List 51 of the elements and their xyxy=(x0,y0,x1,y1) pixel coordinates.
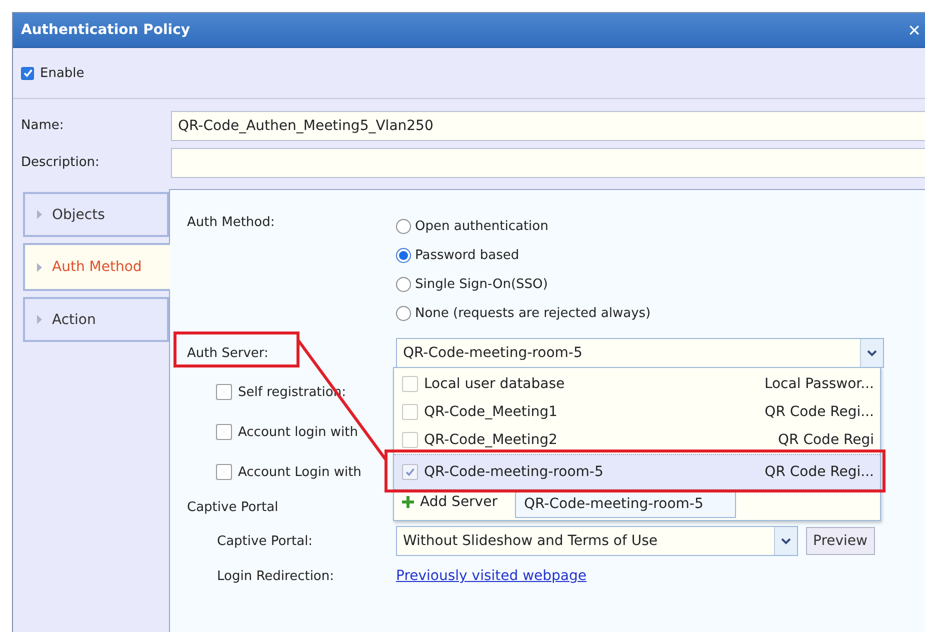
window-title: Authentication Policy xyxy=(21,22,190,38)
chevron-down-icon xyxy=(867,350,877,356)
dropdown-option[interactable]: QR-Code-meeting-room-5 QR Code Regi... xyxy=(394,454,880,490)
dropdown-option[interactable]: Local user database Local Passwor... xyxy=(394,370,880,398)
auth-method-label: Auth Method: xyxy=(187,214,276,230)
login-redirection-label: Login Redirection: xyxy=(216,568,335,584)
auth-server-dropdown[interactable]: QR-Code-meeting-room-5 xyxy=(396,338,884,368)
nav-tab[interactable]: Objects xyxy=(23,192,169,237)
text-field[interactable] xyxy=(171,148,925,178)
close-button[interactable]: ✕ xyxy=(908,20,925,40)
checkmark-icon xyxy=(22,68,32,78)
dropdown-option[interactable]: QR-Code_Meeting1 QR Code Regi... xyxy=(394,398,880,426)
radio-button[interactable] xyxy=(396,277,411,292)
preview-button[interactable]: Preview xyxy=(806,527,874,555)
redirect-link[interactable]: Previously visited webpage xyxy=(396,568,587,584)
captive-portal-label: Captive Portal: xyxy=(216,534,314,548)
tooltip: QR-Code-meeting-room-5 xyxy=(515,491,736,518)
option-checkbox[interactable] xyxy=(402,404,418,420)
radio-label: Single Sign-On(SSO) xyxy=(415,277,548,292)
enable-label: Enable xyxy=(40,66,84,80)
radio-button[interactable] xyxy=(396,306,411,321)
chevron-right-icon xyxy=(37,210,42,219)
radio-label: Open authentication xyxy=(415,219,548,234)
radio-label: Password based xyxy=(415,248,520,263)
checkbox-label: Account login with xyxy=(238,424,358,440)
option-checkbox[interactable] xyxy=(402,376,418,392)
captive-portal-dropdown[interactable]: Without Slideshow and Terms of Use xyxy=(396,526,798,556)
dropdown-option[interactable]: QR-Code_Meeting2 QR Code Regi xyxy=(394,426,880,454)
field-label: Description: xyxy=(21,155,100,170)
nav-tab[interactable]: Auth Method xyxy=(23,243,170,291)
add-server-button[interactable]: Add Server xyxy=(394,490,506,514)
checkbox[interactable] xyxy=(216,464,232,480)
checkbox-label: Account Login with xyxy=(238,464,362,480)
radio-button[interactable] xyxy=(396,219,411,234)
radio-label: None (requests are rejected always) xyxy=(415,306,651,321)
plus-icon xyxy=(402,496,414,508)
chevron-down-icon xyxy=(781,538,791,544)
chevron-right-icon xyxy=(37,315,42,324)
nav-tab[interactable]: Action xyxy=(23,297,169,342)
auth-server-label: Auth Server: xyxy=(187,346,270,360)
option-checkbox[interactable] xyxy=(402,432,418,448)
radio-button[interactable] xyxy=(396,248,411,263)
enable-checkbox[interactable] xyxy=(21,66,34,80)
checkbox[interactable] xyxy=(216,424,232,440)
checkbox[interactable] xyxy=(216,384,232,400)
option-checkbox[interactable] xyxy=(402,464,418,480)
field-label: Name: xyxy=(21,118,65,133)
checkmark-icon xyxy=(405,467,415,477)
chevron-right-icon xyxy=(37,262,42,272)
text-field[interactable]: QR-Code_Authen_Meeting5_Vlan250 xyxy=(171,110,925,140)
section-heading: Captive Portal xyxy=(187,500,278,514)
